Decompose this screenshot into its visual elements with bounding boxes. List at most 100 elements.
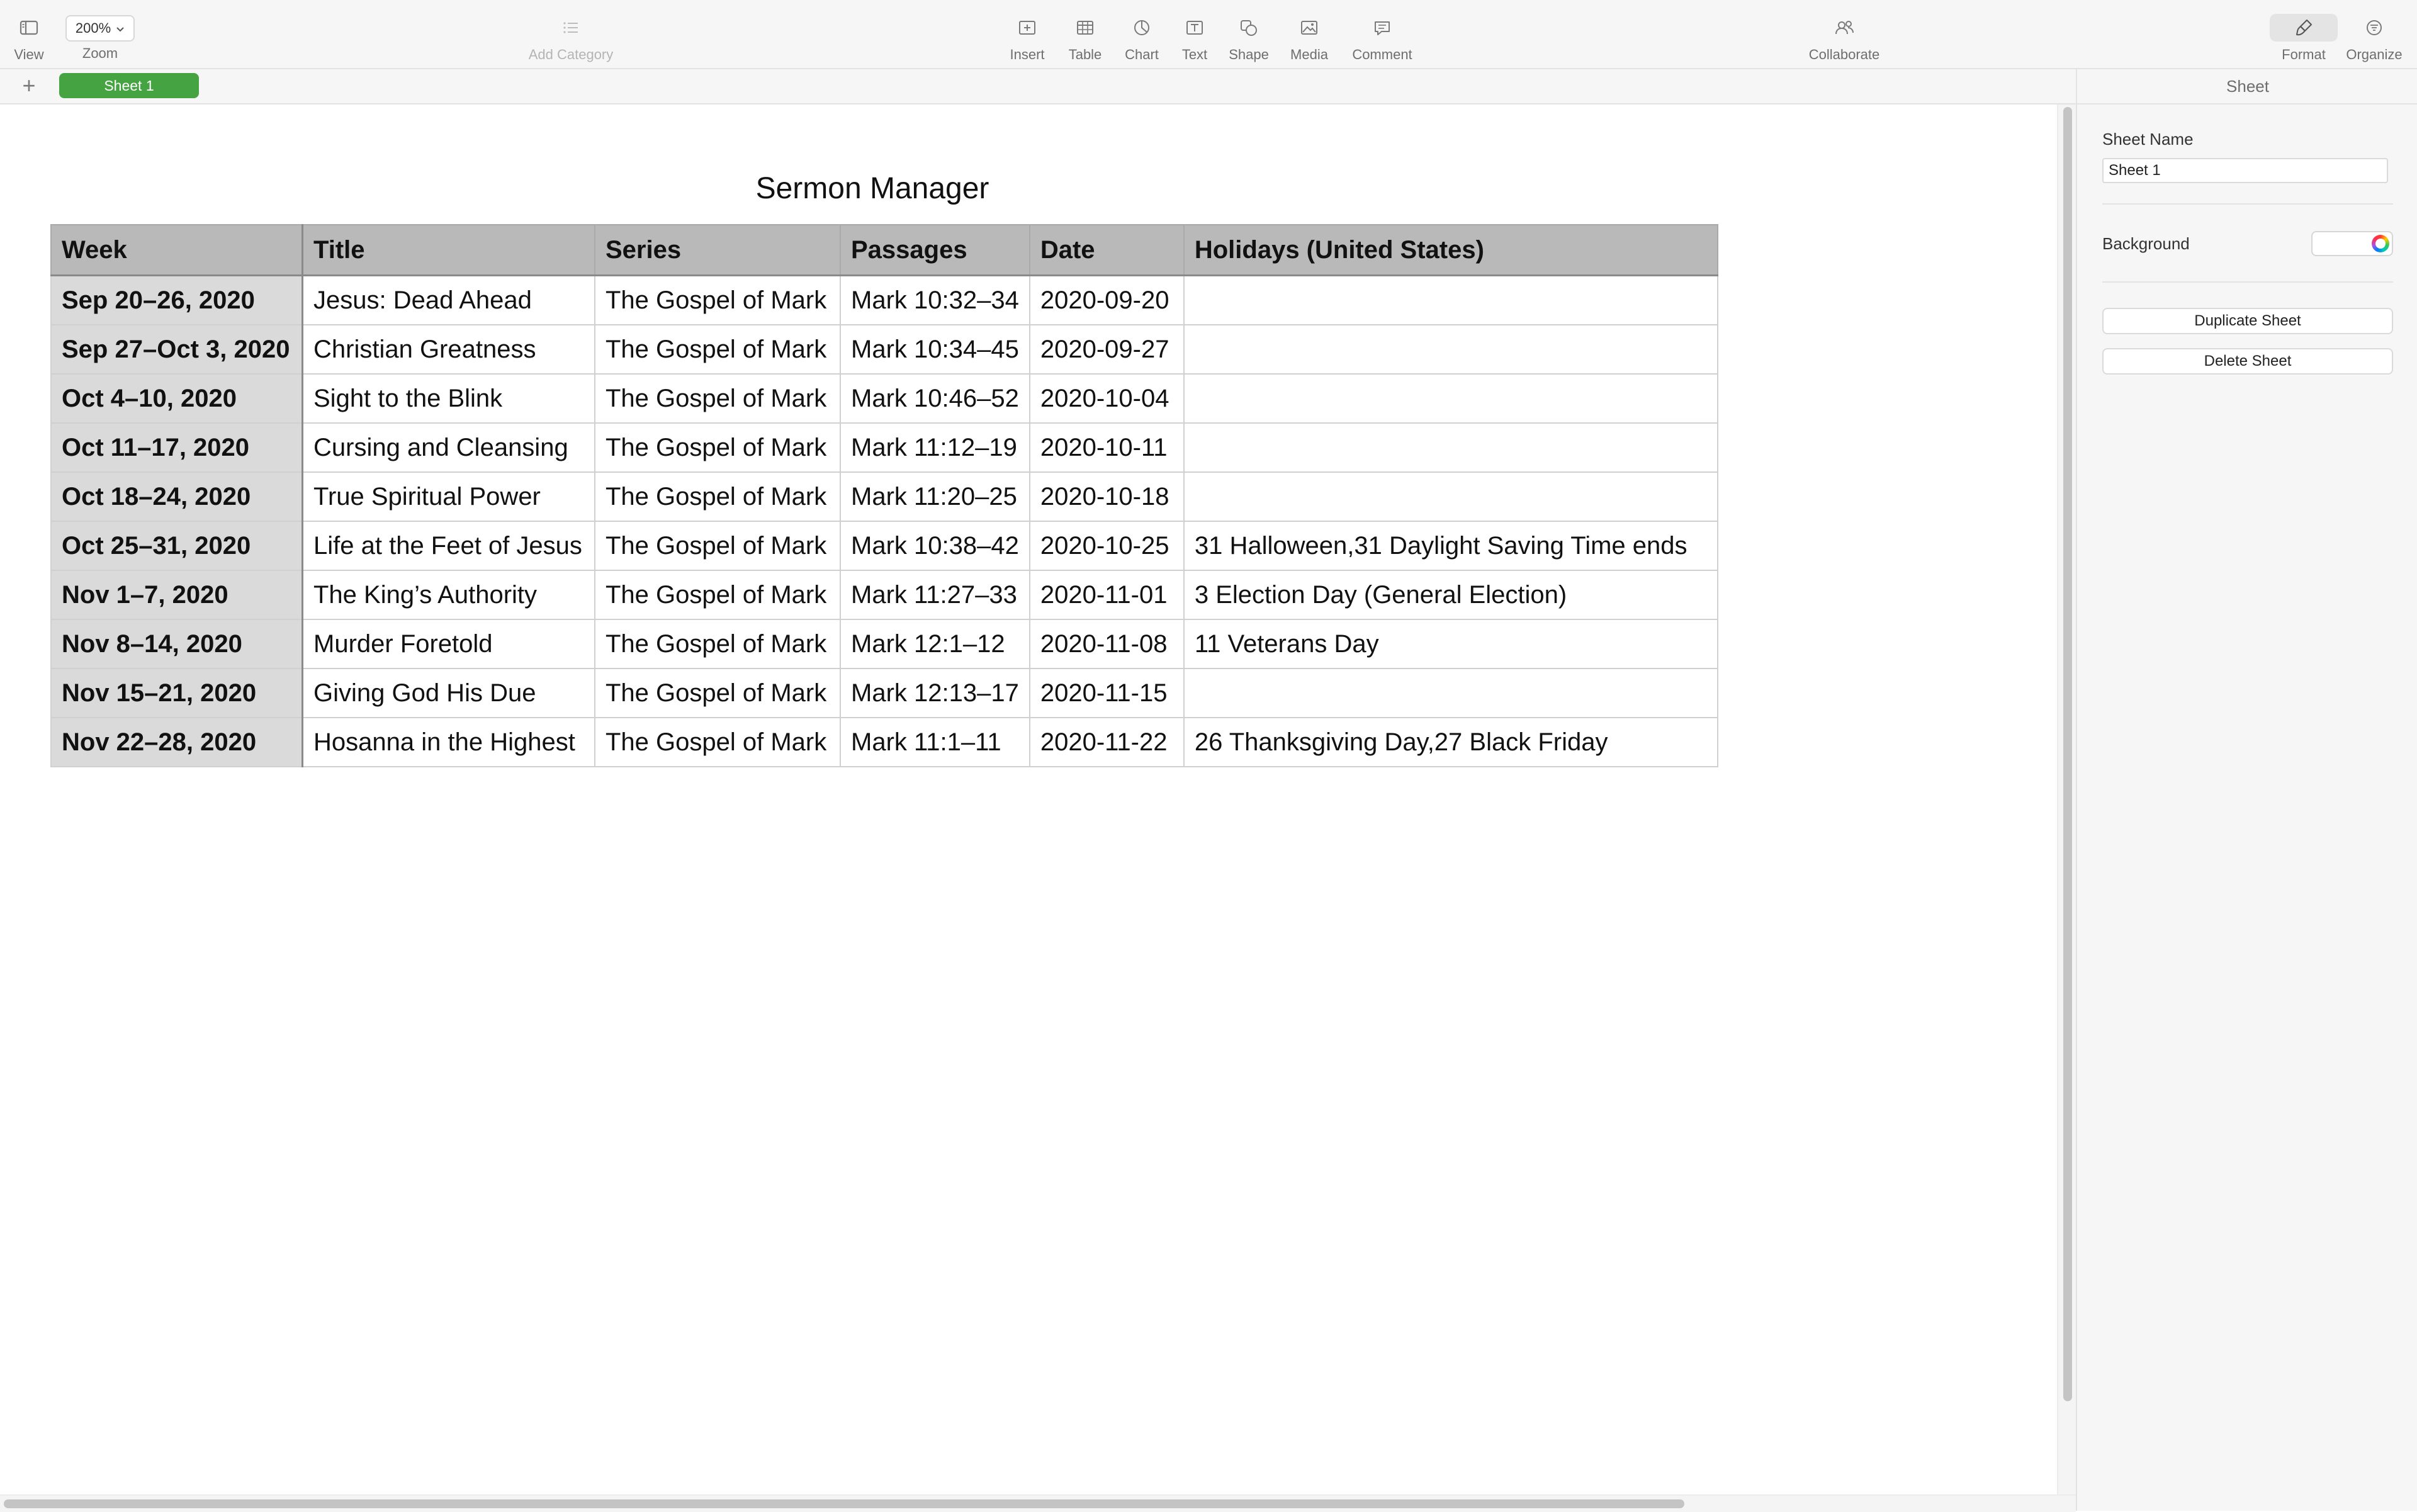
cell-holidays[interactable]: 11 Veterans Day [1183,619,1718,669]
cell-holidays[interactable] [1183,668,1718,718]
delete-sheet-button[interactable]: Delete Sheet [2102,348,2393,375]
cell-date[interactable]: 2020-11-15 [1028,668,1185,718]
cell-holidays[interactable] [1183,274,1718,325]
chart-icon [1128,14,1156,42]
header-week[interactable]: Week [50,224,303,276]
cell-date[interactable]: 2020-11-22 [1028,717,1185,767]
cell-series[interactable]: The Gospel of Mark [594,422,841,473]
cell-holidays[interactable]: 3 Election Day (General Election) [1183,570,1718,620]
vertical-scrollbar[interactable] [2057,104,2077,1494]
sheet-name-field[interactable] [2102,158,2388,183]
background-color-well[interactable] [2311,231,2393,256]
cell-passages[interactable]: Mark 10:46–52 [840,373,1030,424]
cell-week[interactable]: Nov 1–7, 2020 [50,570,303,620]
cell-title[interactable]: Jesus: Dead Ahead [301,274,595,325]
zoom-dropdown[interactable]: 200% [65,15,135,42]
organize-button[interactable]: Organize [2341,0,2407,68]
cell-week[interactable]: Nov 15–21, 2020 [50,668,303,718]
cell-holidays[interactable]: 31 Halloween,31 Daylight Saving Time end… [1183,521,1718,571]
cell-passages[interactable]: Mark 12:1–12 [840,619,1030,669]
cell-passages[interactable]: Mark 11:12–19 [840,422,1030,473]
cell-passages[interactable]: Mark 10:32–34 [840,274,1030,325]
cell-date[interactable]: 2020-09-27 [1028,324,1185,375]
cell-passages[interactable]: Mark 10:34–45 [840,324,1030,375]
cell-holidays[interactable] [1183,324,1718,375]
vertical-scroll-thumb[interactable] [2063,107,2072,1401]
list-icon [557,14,585,42]
cell-week[interactable]: Nov 8–14, 2020 [50,619,303,669]
header-date[interactable]: Date [1028,224,1185,276]
cell-title[interactable]: Sight to the Blink [301,373,595,424]
cell-week[interactable]: Oct 18–24, 2020 [50,471,303,522]
cell-week[interactable]: Oct 11–17, 2020 [50,422,303,473]
cell-series[interactable]: The Gospel of Mark [594,324,841,375]
cell-title[interactable]: True Spiritual Power [301,471,595,522]
cell-series[interactable]: The Gospel of Mark [594,521,841,571]
header-series[interactable]: Series [594,224,841,276]
view-button[interactable]: View [9,0,49,68]
cell-passages[interactable]: Mark 11:1–11 [840,717,1030,767]
cell-passages[interactable]: Mark 12:13–17 [840,668,1030,718]
cell-series[interactable]: The Gospel of Mark [594,619,841,669]
cell-title[interactable]: Giving God His Due [301,668,595,718]
text-icon [1181,14,1208,42]
cell-week[interactable]: Sep 20–26, 2020 [50,274,303,325]
cell-series[interactable]: The Gospel of Mark [594,471,841,522]
horizontal-scroll-thumb[interactable] [4,1499,1684,1508]
cell-date[interactable]: 2020-11-01 [1028,570,1185,620]
cell-title[interactable]: Cursing and Cleansing [301,422,595,473]
sermon-table[interactable]: Week Title Series Passages Date Holidays… [50,224,1718,767]
cell-date[interactable]: 2020-10-11 [1028,422,1185,473]
cell-week[interactable]: Nov 22–28, 2020 [50,717,303,767]
cell-title[interactable]: Life at the Feet of Jesus [301,521,595,571]
cell-holidays[interactable] [1183,471,1718,522]
color-wheel-icon[interactable] [2372,235,2389,252]
cell-date[interactable]: 2020-11-08 [1028,619,1185,669]
header-title[interactable]: Title [301,224,595,276]
cell-series[interactable]: The Gospel of Mark [594,274,841,325]
format-button[interactable]: Format [2279,0,2329,68]
insert-button[interactable]: Insert [1002,0,1052,68]
tab-sheet-1[interactable]: Sheet 1 [59,73,199,98]
collaborate-icon [1830,14,1858,42]
cell-passages[interactable]: Mark 11:20–25 [840,471,1030,522]
comment-button[interactable]: Comment [1344,0,1420,68]
cell-series[interactable]: The Gospel of Mark [594,668,841,718]
cell-title[interactable]: Christian Greatness [301,324,595,375]
cell-week[interactable]: Sep 27–Oct 3, 2020 [50,324,303,375]
cell-holidays[interactable]: 26 Thanksgiving Day,27 Black Friday [1183,717,1718,767]
shape-button[interactable]: Shape [1224,0,1274,68]
paintbrush-icon [2290,14,2318,42]
cell-date[interactable]: 2020-09-20 [1028,274,1185,325]
cell-date[interactable]: 2020-10-18 [1028,471,1185,522]
cell-series[interactable]: The Gospel of Mark [594,570,841,620]
cell-date[interactable]: 2020-10-04 [1028,373,1185,424]
table-button[interactable]: Table [1060,0,1110,68]
cell-series[interactable]: The Gospel of Mark [594,373,841,424]
cell-passages[interactable]: Mark 11:27–33 [840,570,1030,620]
shape-label: Shape [1229,47,1269,62]
table-title[interactable]: Sermon Manager [50,171,1694,206]
cell-week[interactable]: Oct 4–10, 2020 [50,373,303,424]
zoom-control[interactable]: 200% Zoom [60,0,140,68]
cell-title[interactable]: Hosanna in the Highest [301,717,595,767]
cell-passages[interactable]: Mark 10:38–42 [840,521,1030,571]
text-button[interactable]: Text [1169,0,1220,68]
horizontal-scrollbar[interactable] [0,1494,2076,1512]
cell-title[interactable]: The King’s Authority [301,570,595,620]
photo-icon [1295,14,1323,42]
cell-holidays[interactable] [1183,373,1718,424]
cell-holidays[interactable] [1183,422,1718,473]
collaborate-button[interactable]: Collaborate [1800,0,1888,68]
media-button[interactable]: Media [1284,0,1334,68]
cell-series[interactable]: The Gospel of Mark [594,717,841,767]
header-passages[interactable]: Passages [840,224,1030,276]
duplicate-sheet-button[interactable]: Duplicate Sheet [2102,308,2393,334]
cell-title[interactable]: Murder Foretold [301,619,595,669]
header-holidays[interactable]: Holidays (United States) [1183,224,1718,276]
add-sheet-button[interactable]: + [16,73,42,98]
add-category-button[interactable]: Add Category [516,0,626,68]
cell-date[interactable]: 2020-10-25 [1028,521,1185,571]
cell-week[interactable]: Oct 25–31, 2020 [50,521,303,571]
chart-button[interactable]: Chart [1117,0,1167,68]
